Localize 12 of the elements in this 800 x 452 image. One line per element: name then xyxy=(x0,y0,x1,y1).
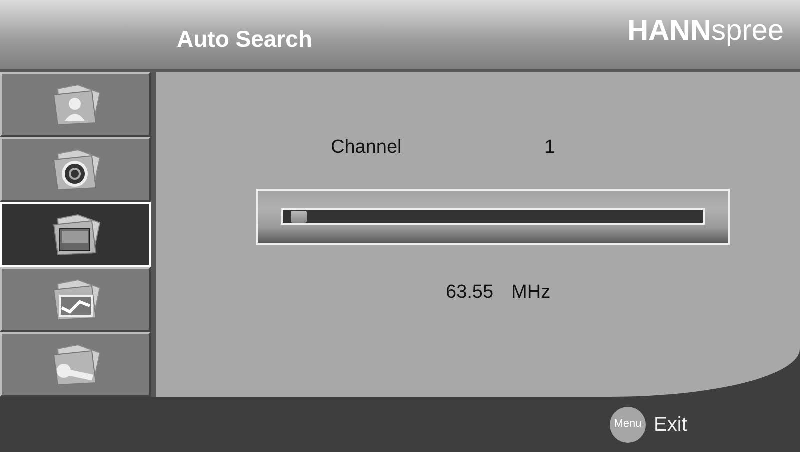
brand-logo: HANNspree xyxy=(628,14,784,49)
channel-number: 1 xyxy=(544,136,556,160)
frequency-value: 63.55 xyxy=(446,280,494,304)
exit-label: Exit xyxy=(654,412,688,438)
menu-tab[interactable] xyxy=(0,137,151,202)
frequency-unit: MHz xyxy=(512,280,551,304)
menu-tab[interactable] xyxy=(0,332,151,397)
channel-label: Channel xyxy=(331,136,402,160)
menu-tab[interactable] xyxy=(0,72,151,137)
menu-tab[interactable] xyxy=(0,267,151,332)
menu-title: Auto Search xyxy=(177,25,312,54)
menu-key[interactable]: Menu xyxy=(610,406,646,442)
